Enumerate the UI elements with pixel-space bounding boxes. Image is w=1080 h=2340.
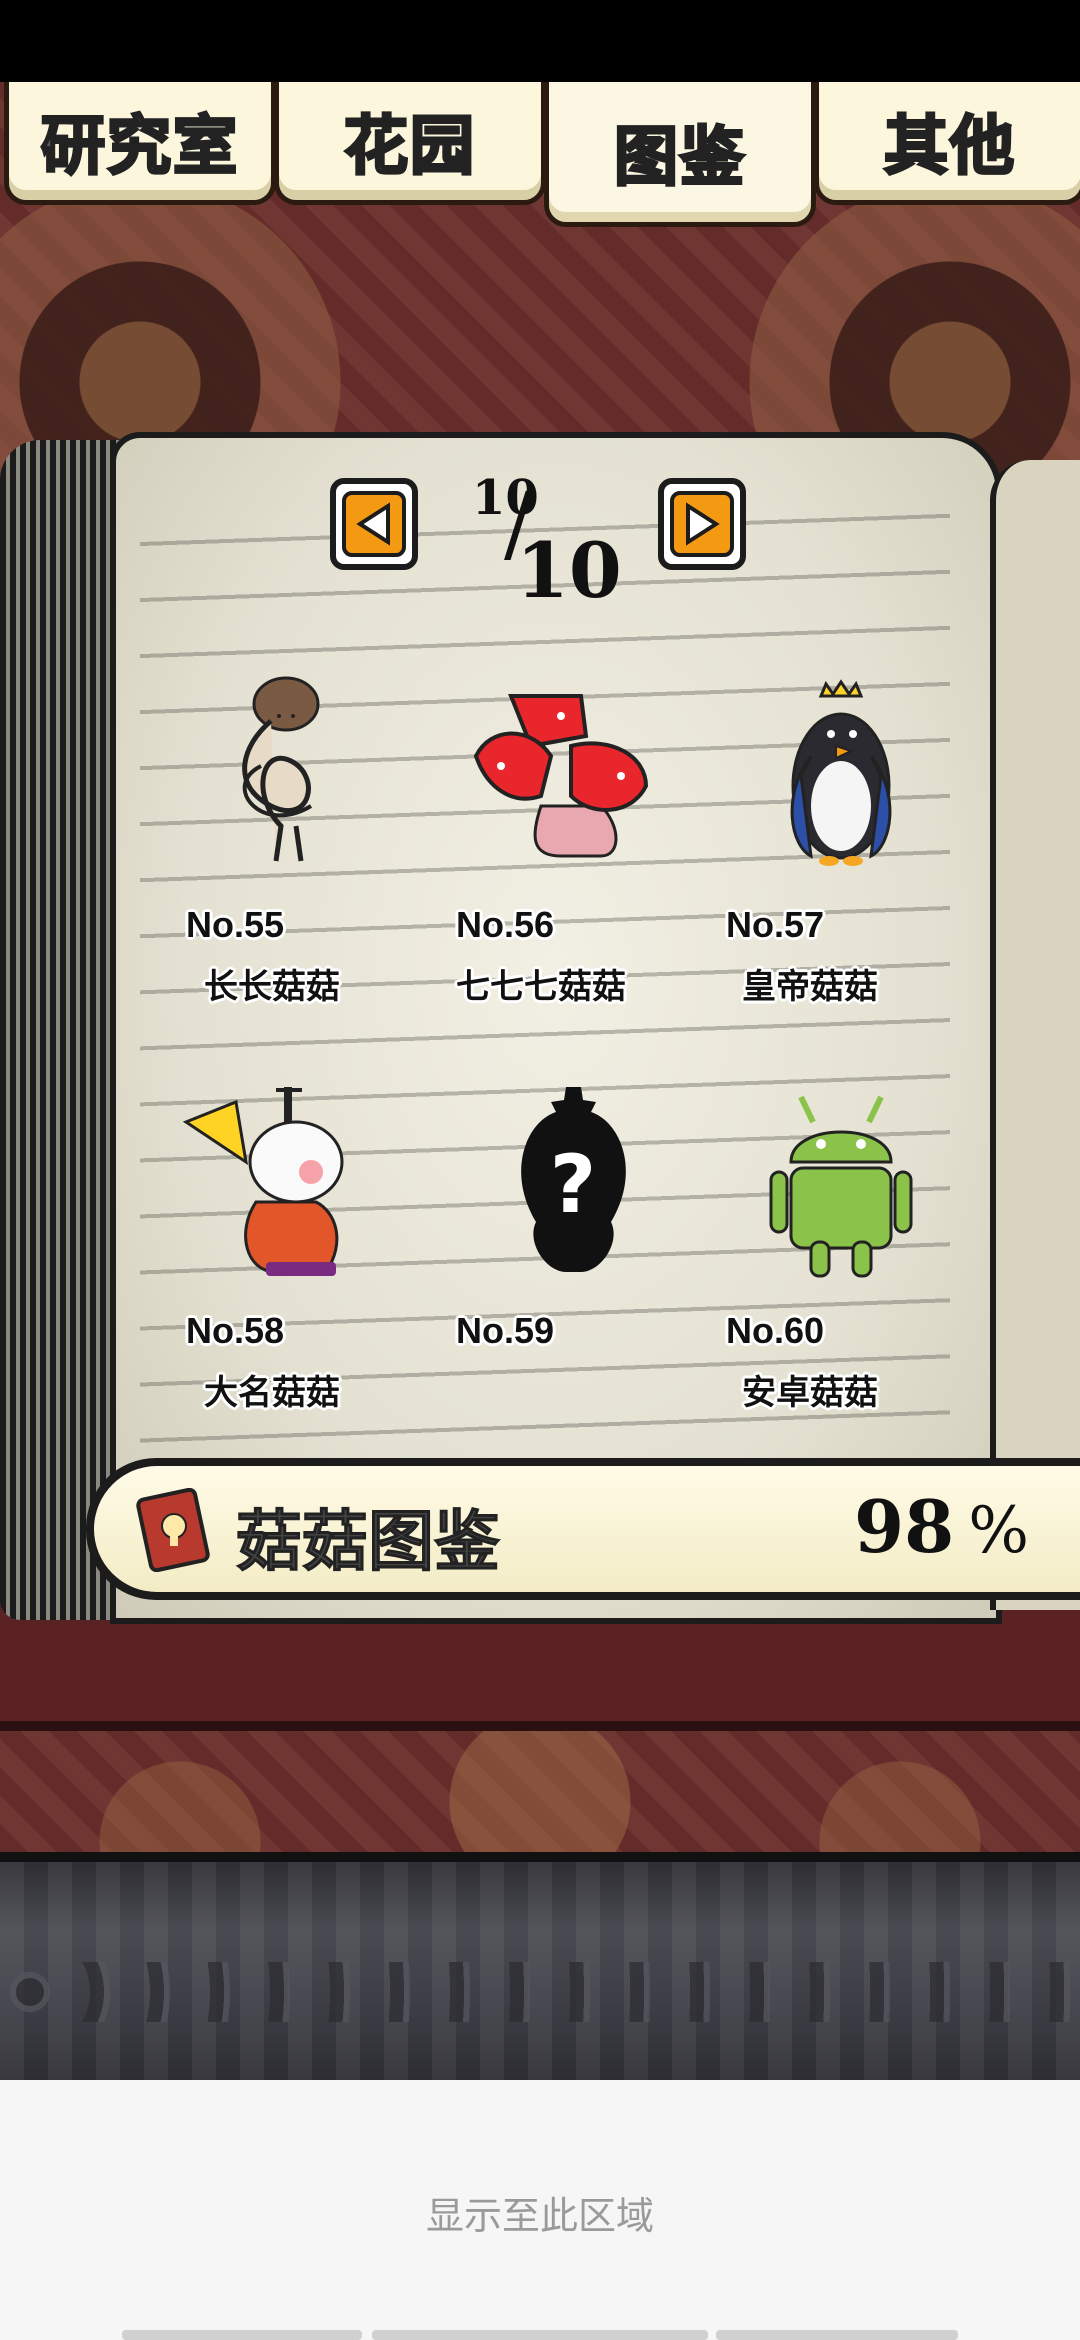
next-page-button[interactable] (658, 478, 746, 570)
percentage-unit: % (968, 1494, 1030, 1568)
tab-label: 花园 (343, 109, 476, 186)
entry-number: No.58 (186, 1310, 285, 1351)
emperor-penguin-mushroom-icon (790, 679, 892, 866)
unknown-silhouette-icon: ? (521, 1087, 626, 1272)
tab-bar: 研究室 花园 图鉴 其他 (0, 82, 1080, 232)
encyclopedia-entry-58[interactable]: No.58 大名菇菇 (182, 1082, 456, 1442)
encyclopedia-entry-57[interactable]: No.57 皇帝菇菇 (726, 676, 996, 1036)
decorative-frame (0, 1852, 1080, 2096)
book-page-edges (0, 440, 120, 1620)
entry-name: 皇帝菇菇 (742, 967, 878, 1007)
tab-other[interactable]: 其他 (814, 82, 1080, 205)
entry-number: No.56 (456, 904, 555, 945)
collection-title: 菇菇图鉴 (236, 1503, 501, 1581)
long-mushroom-icon (242, 676, 320, 862)
tab-label: 图鉴 (613, 120, 746, 197)
ad-area-label: 显示至此区域 (425, 2194, 654, 2238)
tab-laboratory[interactable]: 研究室 (4, 82, 276, 205)
encyclopedia-entry-56[interactable]: No.56 七七七菇菇 (456, 676, 726, 1036)
entry-number: No.57 (726, 904, 825, 945)
ad-placeholder-bar (122, 2330, 362, 2340)
tab-label: 其他 (883, 109, 1016, 186)
encyclopedia-entry-55[interactable]: No.55 长长菇菇 (186, 676, 456, 1036)
arrow-right-icon (686, 502, 720, 546)
percentage-value: 98 (854, 1484, 955, 1569)
encyclopedia-entry-59[interactable]: ? No.59 (456, 1082, 726, 1442)
arrow-left-icon (356, 502, 390, 546)
status-bar (0, 0, 1080, 82)
entry-name: 大名菇菇 (204, 1373, 340, 1413)
page-indicator: 10 / 10 (460, 470, 622, 615)
ad-placeholder-bar (716, 2330, 958, 2340)
book-icon (136, 1488, 210, 1572)
ad-placeholder-bar (372, 2330, 708, 2340)
tab-encyclopedia[interactable]: 图鉴 (544, 82, 816, 227)
tab-garden[interactable]: 花园 (274, 82, 546, 205)
entry-name: 安卓菇菇 (742, 1373, 878, 1413)
daimyo-mushroom-icon (182, 1087, 344, 1276)
svg-text:?: ? (550, 1138, 596, 1231)
collection-progress-banner: 菇菇图鉴 98% (86, 1458, 1080, 1600)
total-pages: 10 (516, 526, 622, 615)
book-right-page (990, 460, 1080, 1610)
android-mushroom-icon (769, 1095, 913, 1278)
red-triple-mushroom-icon (473, 694, 649, 858)
entry-number: No.55 (186, 904, 285, 945)
entry-number: No.59 (456, 1310, 555, 1351)
encyclopedia-entry-60[interactable]: No.60 安卓菇菇 (726, 1082, 996, 1442)
prev-page-button[interactable] (330, 478, 418, 570)
entry-name: 长长菇菇 (204, 967, 340, 1007)
tab-label: 研究室 (40, 109, 239, 186)
entry-name: 七七七菇菇 (456, 967, 626, 1007)
entry-number: No.60 (726, 1310, 825, 1351)
collection-percentage: 98% (854, 1484, 1029, 1569)
